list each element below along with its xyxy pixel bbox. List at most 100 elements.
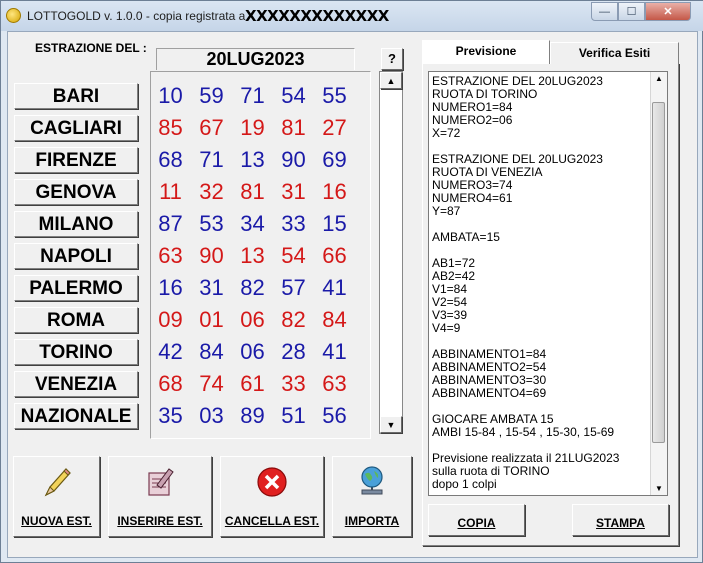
scroll-down-icon[interactable]: ▼ [380,416,402,433]
wheel-numbers-row: 85 67 19 81 27 [150,113,366,143]
drawn-number: 55 [322,83,347,108]
new-extraction-label: NUOVA EST. [21,514,92,528]
scroll-up-icon[interactable]: ▲ [380,72,402,89]
maximize-button[interactable]: ☐ [618,2,645,21]
drawn-number: 59 [199,83,224,108]
drawn-number: 51 [281,403,306,428]
memo-scroll-up-icon[interactable]: ▲ [655,74,663,83]
drawn-number: 84 [199,339,224,364]
drawn-number: 09 [158,307,183,332]
new-extraction-button[interactable]: NUOVA EST. [13,456,100,537]
drawn-number: 16 [158,275,183,300]
notebook-edit-icon [148,468,174,496]
globe-import-icon [361,466,383,495]
drawn-number: 57 [281,275,306,300]
wheel-numbers-row: 68 71 13 90 69 [150,145,366,175]
drawn-number: 87 [158,211,183,236]
drawn-number: 81 [240,179,265,204]
tab-verifica-esiti[interactable]: Verifica Esiti [550,42,679,64]
memo-scroll-thumb[interactable] [652,102,665,443]
wheel-city-label: TORINO [14,339,138,365]
drawn-number: 63 [158,243,183,268]
wheel-numbers-row: 10 59 71 54 55 [150,81,366,111]
drawn-number: 85 [158,115,183,140]
registered-owner: XXXXXXXXXXXXX [245,7,389,25]
drawn-number: 13 [240,243,265,268]
drawn-number: 84 [322,307,347,332]
wheel-numbers-row: 16 31 82 57 41 [150,273,366,303]
drawn-number: 90 [199,243,224,268]
drawn-number: 31 [281,179,306,204]
wheel-city-label: CAGLIARI [14,115,138,141]
app-logo-icon [6,8,21,23]
extraction-date: 20LUG2023 [156,48,355,70]
wheels-grid: BARI 10 59 71 54 55 CAGLIARI 85 67 19 81 27 FIRENZE 6… [9,71,371,439]
wheel-numbers-row: 68 74 61 33 63 [150,369,366,399]
wheel-city-label: GENOVA [14,179,138,205]
minimize-button[interactable]: — [591,2,618,21]
print-button[interactable]: STAMPA [572,504,669,536]
drawn-number: 90 [281,147,306,172]
drawn-number: 71 [199,147,224,172]
drawn-number: 06 [240,339,265,364]
drawn-number: 01 [199,307,224,332]
drawn-number: 42 [158,339,183,364]
drawn-number: 19 [240,115,265,140]
delete-extraction-label: CANCELLA EST. [224,514,320,528]
wheel-numbers-row: 35 03 89 51 56 [150,401,366,431]
tab-previsione[interactable]: Previsione [422,40,550,64]
prediction-text: ESTRAZIONE DEL 20LUG2023 RUOTA DI TORINO… [432,74,620,491]
drawn-number: 82 [240,275,265,300]
drawn-number: 69 [322,147,347,172]
delete-extraction-button[interactable]: CANCELLA EST. [220,456,324,537]
close-button[interactable]: ✕ [645,2,691,21]
memo-scroll-down-icon[interactable]: ▼ [655,484,663,493]
extractions-scrollbar[interactable]: ▲ ▼ [379,71,403,434]
drawn-number: 81 [281,115,306,140]
import-label: IMPORTA [344,514,400,528]
drawn-number: 16 [322,179,347,204]
wheel-city-label: NAZIONALE [14,403,138,429]
delete-icon [257,467,287,497]
drawn-number: 15 [322,211,347,236]
wheel-numbers-row: 87 53 34 33 15 [150,209,366,239]
title-bar[interactable]: LOTTOGOLD v. 1.0.0 - copia registrata a … [1,1,703,31]
drawn-number: 41 [322,339,347,364]
drawn-number: 34 [240,211,265,236]
help-button[interactable]: ? [381,48,403,70]
drawn-number: 06 [240,307,265,332]
prediction-text-area[interactable]: ESTRAZIONE DEL 20LUG2023 RUOTA DI TORINO… [428,71,668,496]
insert-extraction-button[interactable]: INSERIRE EST. [108,456,212,537]
drawn-number: 31 [199,275,224,300]
drawn-number: 27 [322,115,347,140]
pencil-icon [44,468,71,497]
import-button[interactable]: IMPORTA [332,456,412,537]
main-window: LOTTOGOLD v. 1.0.0 - copia registrata a … [0,0,703,563]
drawn-number: 82 [281,307,306,332]
drawn-number: 68 [158,147,183,172]
copy-button[interactable]: COPIA [428,504,525,536]
print-label: STAMPA [596,516,645,530]
wheel-city-label: FIRENZE [14,147,138,173]
drawn-number: 54 [281,83,306,108]
drawn-number: 35 [158,403,183,428]
drawn-number: 53 [199,211,224,236]
drawn-number: 54 [281,243,306,268]
wheel-city-label: ROMA [14,307,138,333]
drawn-number: 33 [281,211,306,236]
drawn-number: 03 [199,403,224,428]
drawn-number: 61 [240,371,265,396]
insert-extraction-label: INSERIRE EST. [117,514,203,528]
wheel-city-label: NAPOLI [14,243,138,269]
drawn-number: 32 [199,179,224,204]
wheel-numbers-row: 09 01 06 82 84 [150,305,366,335]
drawn-number: 13 [240,147,265,172]
drawn-number: 11 [159,179,182,204]
wheel-city-label: MILANO [14,211,138,237]
drawn-number: 63 [322,371,347,396]
drawn-number: 56 [322,403,347,428]
drawn-number: 89 [240,403,265,428]
drawn-number: 71 [240,83,265,108]
wheel-city-label: VENEZIA [14,371,138,397]
copy-label: COPIA [457,516,496,530]
